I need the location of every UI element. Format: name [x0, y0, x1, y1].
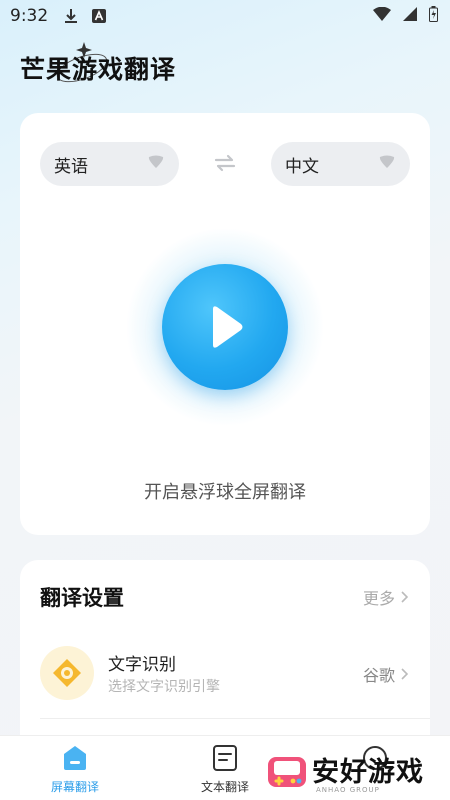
- text-translate-icon: [180, 744, 270, 774]
- watermark: 安好游戏 ANHAO GROUP: [266, 748, 446, 796]
- start-floating-ball-button[interactable]: [162, 264, 288, 390]
- app-title: 芒果游戏翻译: [20, 55, 177, 84]
- source-language-label: 英语: [54, 156, 88, 177]
- screen-translate-icon: [30, 744, 120, 774]
- ocr-title: 文字识别: [108, 655, 176, 675]
- ocr-engine-label: 谷歌: [362, 666, 395, 685]
- watermark-text: 安好游戏: [312, 756, 424, 788]
- ocr-engine-value: 谷歌: [363, 662, 408, 686]
- divider: [40, 718, 430, 719]
- chevron-right-icon: [401, 668, 408, 680]
- download-icon: [64, 8, 78, 24]
- source-language-select[interactable]: 英语: [40, 142, 179, 186]
- nav-text-translate-label: 文本翻译: [200, 780, 249, 794]
- chevron-right-icon: [401, 591, 408, 603]
- watermark-subtext: ANHAO GROUP: [316, 786, 380, 794]
- translation-settings-card: 翻译设置 更多 文字识别 选择文字识别引擎 谷歌: [20, 560, 430, 760]
- nav-screen-translate-label: 屏幕翻译: [50, 780, 99, 794]
- status-bar: 9:32: [0, 0, 450, 32]
- more-label: 更多: [362, 589, 395, 608]
- target-language-label: 中文: [285, 156, 319, 177]
- status-time: 9:32: [10, 6, 49, 26]
- settings-title: 翻译设置: [40, 586, 124, 610]
- floating-ball-start: [125, 227, 325, 427]
- ocr-subtitle: 选择文字识别引擎: [108, 679, 220, 695]
- target-language-select[interactable]: 中文: [271, 142, 410, 186]
- swap-languages-icon[interactable]: [214, 153, 236, 177]
- nav-screen-translate[interactable]: 屏幕翻译: [30, 744, 120, 795]
- start-floating-ball-label: 开启悬浮球全屏翻译: [144, 482, 306, 503]
- nav-text-translate[interactable]: 文本翻译: [180, 744, 270, 795]
- settings-more-link[interactable]: 更多: [363, 585, 408, 609]
- dropdown-heart-icon: [378, 154, 396, 174]
- translator-card: 英语 中文 开启悬浮球全屏翻译: [20, 113, 430, 535]
- dropdown-heart-icon: [147, 154, 165, 174]
- battery-icon: [429, 5, 438, 27]
- app-notification-icon: [92, 9, 107, 23]
- gamepad-logo-icon: [268, 757, 306, 787]
- signal-icon: [403, 6, 417, 26]
- ocr-engine-row[interactable]: 文字识别 选择文字识别引擎 谷歌: [40, 644, 410, 704]
- wifi-icon: [373, 6, 391, 26]
- ocr-icon: [40, 646, 94, 700]
- play-icon: [213, 306, 243, 348]
